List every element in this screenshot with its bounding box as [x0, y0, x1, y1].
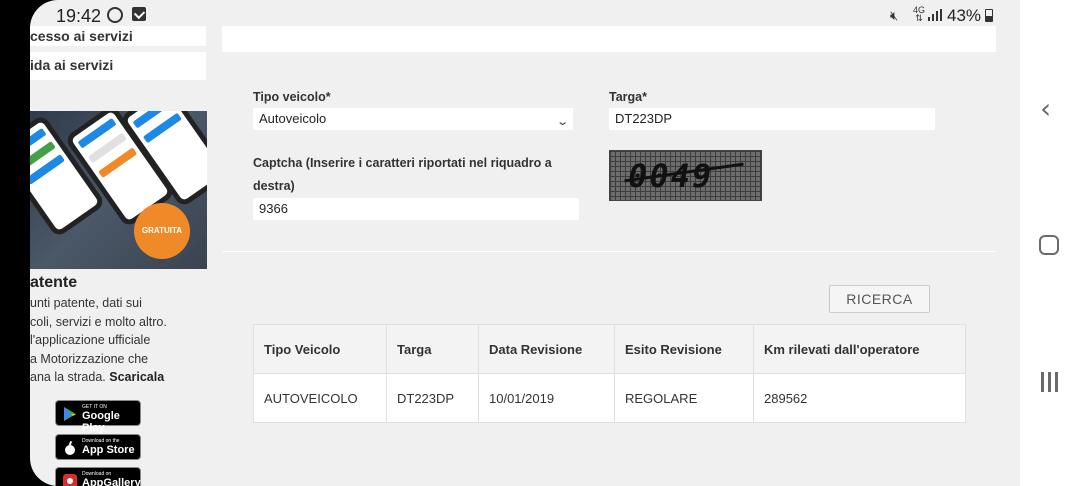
app-desc-line: coli, servizi e molto altro. [30, 314, 167, 329]
column-header: Esito Revisione [614, 324, 754, 374]
battery-icon [985, 9, 993, 22]
captcha-label: Captcha (Inserire i caratteri riportati … [253, 156, 552, 170]
section-divider [222, 251, 996, 252]
vehicle-type-select[interactable]: Autoveicolo ⌄ [253, 108, 573, 130]
captcha-image-text: 0049 [624, 157, 717, 195]
results-table: Tipo Veicolo Targa Data Revisione Esito … [253, 324, 966, 423]
app-desc-line: l'applicazione ufficiale [30, 333, 151, 347]
captcha-input[interactable]: 9366 [253, 198, 579, 220]
column-header: Tipo Veicolo [253, 324, 387, 374]
sidebar-link-access[interactable]: cesso ai servizi [30, 26, 206, 46]
vehicle-check-form: Tipo veicolo* Autoveicolo ⌄ Targa* DT223… [222, 58, 996, 486]
search-button[interactable]: RICERCA [829, 285, 930, 313]
google-play-badge[interactable]: GET IT ON Google Play [55, 400, 141, 434]
app-description: unti patente, dati sui coli, servizi e m… [30, 294, 206, 387]
appgallery-badge[interactable]: Download on AppGallery [55, 467, 141, 486]
home-icon[interactable] [1039, 235, 1059, 255]
table-cell: 10/01/2019 [478, 373, 615, 423]
app-desc-line: ana la strada. [30, 370, 106, 384]
mute-icon: 🔇︎ [890, 8, 899, 23]
battery-percent: 43% [947, 6, 982, 25]
table-cell: AUTOVEICOLO [253, 373, 387, 423]
store-badge-name: AppGallery [82, 477, 141, 486]
column-header: Targa [386, 324, 479, 374]
whatsapp-icon [107, 7, 123, 23]
table-row: AUTOVEICOLO DT223DP 10/01/2019 REGOLARE … [253, 373, 966, 423]
column-header: Data Revisione [478, 324, 615, 374]
free-badge: GRATUITA [134, 203, 190, 259]
google-play-icon [64, 407, 76, 421]
network-type-icon: 4G ⇅ [913, 5, 926, 23]
app-store-badge[interactable]: Download on the App Store [55, 434, 141, 460]
notification-check-icon [132, 7, 146, 21]
download-link[interactable]: Scaricala [109, 370, 164, 384]
sidebar: cesso ai servizi ida ai servizi GRATUITA… [30, 26, 207, 486]
huawei-icon [63, 474, 77, 486]
plate-input[interactable]: DT223DP [609, 108, 935, 130]
table-cell: REGOLARE [614, 373, 754, 423]
signal-icon [928, 9, 942, 21]
app-title: atente [30, 274, 78, 291]
apple-icon [65, 440, 75, 455]
table-cell: 289562 [753, 373, 966, 423]
vehicle-type-label: Tipo veicolo* [253, 90, 331, 104]
chevron-down-icon: ⌄ [555, 116, 569, 128]
sidebar-link-guide[interactable]: ida ai servizi [30, 52, 206, 80]
captcha-image: 0049 [609, 150, 762, 201]
plate-label: Targa* [609, 90, 647, 104]
clock: 19:42 [56, 6, 102, 26]
store-badge-name: Google Play [82, 410, 120, 434]
phone-screen: 19:42 🔇︎ 4G ⇅ 43% cesso ai servizi ida ai… [30, 0, 1020, 486]
app-desc-line: unti patente, dati sui [30, 296, 142, 310]
app-promo-banner[interactable]: GRATUITA [30, 111, 207, 269]
captcha-label-cont: destra) [253, 179, 295, 193]
column-header: Km rilevati dall'operatore [753, 324, 966, 374]
app-desc-line: a Motorizzazione che [30, 351, 149, 366]
table-cell: DT223DP [386, 373, 479, 423]
back-icon[interactable]: ‹ [1040, 92, 1051, 125]
vehicle-type-value: Autoveicolo [259, 111, 327, 126]
store-badge-name: App Store [82, 444, 135, 456]
table-header-row: Tipo Veicolo Targa Data Revisione Esito … [253, 324, 966, 374]
recent-apps-icon[interactable] [1041, 372, 1059, 392]
header-card [222, 26, 996, 52]
network-type-label: 4G [913, 5, 926, 15]
